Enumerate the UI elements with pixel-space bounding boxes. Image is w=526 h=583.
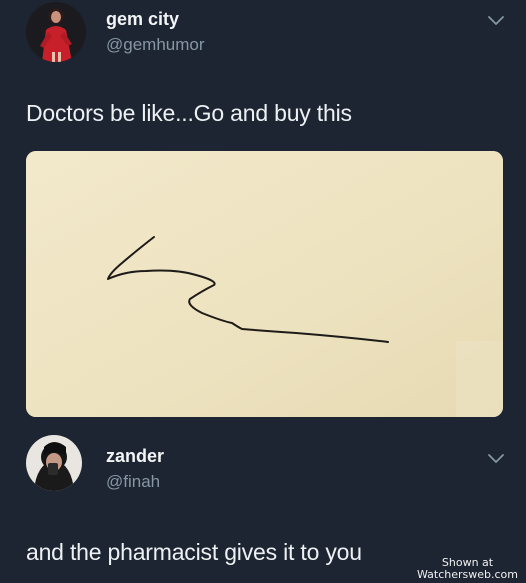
watermark: Shown at Watchersweb.com bbox=[417, 557, 518, 581]
display-name[interactable]: zander bbox=[106, 446, 164, 467]
chevron-down-icon[interactable] bbox=[486, 14, 506, 28]
avatar[interactable] bbox=[26, 435, 82, 491]
tweet-text: Doctors be like...Go and buy this bbox=[26, 100, 352, 126]
avatar-photo-icon bbox=[26, 435, 82, 491]
handle[interactable]: @gemhumor bbox=[106, 35, 205, 55]
handwritten-scribble-note-icon bbox=[26, 151, 503, 417]
display-name[interactable]: gem city bbox=[106, 9, 179, 30]
watermark-line-2: Watchersweb.com bbox=[416, 568, 518, 581]
avatar-photo-icon bbox=[26, 2, 86, 62]
avatar[interactable] bbox=[26, 2, 86, 62]
tweet-gem-city: gem city @gemhumor Doctors be like...Go … bbox=[0, 0, 526, 430]
chevron-down-icon[interactable] bbox=[486, 452, 506, 466]
tweet-text: and the pharmacist gives it to you bbox=[26, 539, 362, 565]
tweet-media-image[interactable] bbox=[26, 151, 503, 417]
handle[interactable]: @finah bbox=[106, 472, 160, 492]
